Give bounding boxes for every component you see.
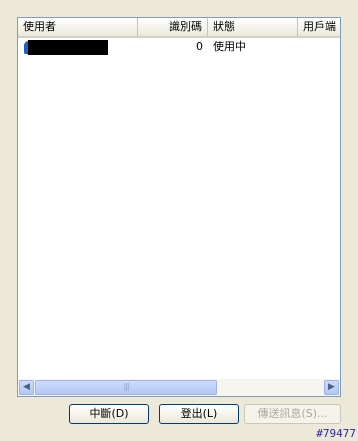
table-row[interactable]: 0 使用中 bbox=[18, 39, 340, 55]
scroll-thumb[interactable]: ||| bbox=[35, 380, 217, 395]
sessions-list[interactable]: 使用者 識別碼 狀態 用戶端 0 使用中 ◀ ||| ▶ bbox=[17, 17, 341, 397]
redacted-username bbox=[28, 40, 108, 55]
watermark-text: #79477 bbox=[316, 427, 356, 440]
scroll-left-button[interactable]: ◀ bbox=[19, 380, 34, 395]
logout-button[interactable]: 登出(L) bbox=[159, 404, 239, 424]
status-cell: 使用中 bbox=[213, 40, 246, 53]
column-header-id[interactable]: 識別碼 bbox=[138, 18, 208, 36]
column-header-account[interactable]: 用戶端 bbox=[298, 18, 340, 36]
id-cell: 0 bbox=[196, 40, 203, 53]
list-header: 使用者 識別碼 狀態 用戶端 bbox=[18, 18, 340, 38]
pause-button[interactable]: 中斷(D) bbox=[69, 404, 149, 424]
column-header-user[interactable]: 使用者 bbox=[18, 18, 138, 36]
send-message-button[interactable]: 傳送訊息(S)... bbox=[244, 404, 341, 424]
column-header-status[interactable]: 狀態 bbox=[208, 18, 298, 36]
horizontal-scrollbar[interactable]: ◀ ||| ▶ bbox=[18, 379, 340, 396]
scroll-right-button[interactable]: ▶ bbox=[324, 380, 339, 395]
user-cell bbox=[18, 39, 138, 55]
